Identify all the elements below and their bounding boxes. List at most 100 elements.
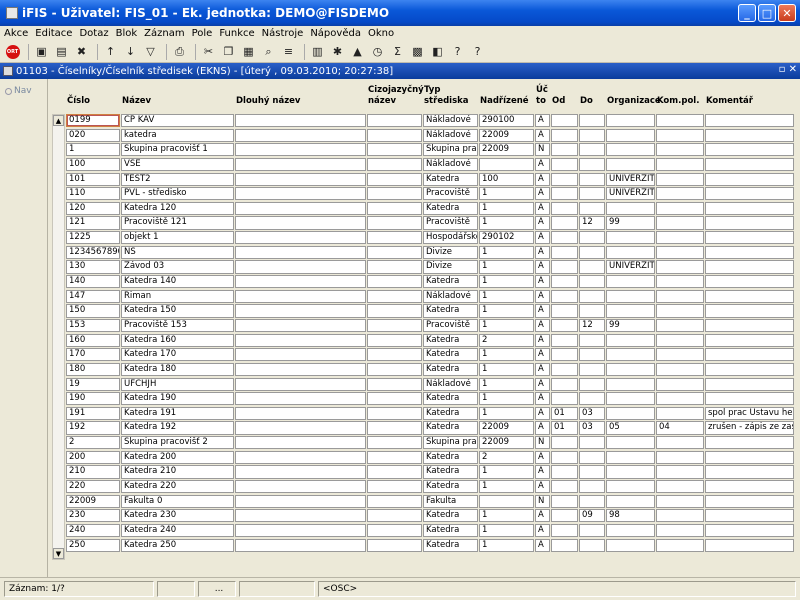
cell-cizo[interactable] [367,275,422,289]
cell-uc[interactable]: A [535,260,550,274]
cell-koment[interactable] [705,231,794,245]
cell-cizo[interactable] [367,362,422,377]
cell-od[interactable] [551,172,578,186]
cell-cizo[interactable] [367,231,422,245]
cell-typ[interactable]: Pracoviště [423,187,478,201]
cell-uc[interactable]: A [535,231,550,245]
cell-do[interactable] [579,157,605,172]
cell-nadr[interactable]: 1 [479,318,534,333]
cell-cizo[interactable] [367,304,422,318]
cell-org[interactable] [606,114,655,128]
cell-koment[interactable] [705,523,794,538]
cell-kom[interactable] [656,187,704,201]
cell-uc[interactable]: A [535,128,550,142]
cell-typ[interactable]: Katedra [423,172,478,186]
cell-od[interactable]: 01 [551,406,578,420]
cell-cislo[interactable]: 1 [66,143,120,157]
cell-koment[interactable] [705,157,794,172]
cell-koment[interactable]: spol prac Ústavu hem [705,406,794,420]
cell-nazev[interactable]: Katedra 160 [121,333,234,347]
cell-nadr[interactable]: 1 [479,406,534,420]
cell-kom[interactable] [656,538,704,552]
cell-do[interactable] [579,523,605,538]
cell-cislo[interactable]: 153 [66,318,120,333]
cell-uc[interactable]: A [535,523,550,538]
cell-kom[interactable] [656,114,704,128]
cell-cislo[interactable]: 200 [66,450,120,464]
cell-uc[interactable]: A [535,216,550,230]
cell-uc[interactable]: A [535,318,550,333]
cell-nadr[interactable]: 1 [479,392,534,406]
cell-nazev[interactable]: Katedra 220 [121,480,234,494]
cell-uc[interactable]: A [535,333,550,347]
cell-nazev[interactable]: Řiman [121,289,234,303]
column-header-do[interactable]: Do [580,96,606,107]
cell-dlouhy[interactable] [235,362,366,377]
cell-org[interactable]: UNIVERZITA [606,187,655,201]
menu-item-1[interactable]: Editace [35,28,72,39]
cell-org[interactable] [606,304,655,318]
cell-uc[interactable]: A [535,157,550,172]
cell-dlouhy[interactable] [235,114,366,128]
cell-od[interactable] [551,143,578,157]
cell-typ[interactable]: Nákladové [423,289,478,303]
cell-nazev[interactable]: Katedra 192 [121,421,234,435]
cell-koment[interactable] [705,172,794,186]
cell-do[interactable] [579,304,605,318]
cell-dlouhy[interactable] [235,143,366,157]
save-icon[interactable]: ▤ [53,43,70,60]
cell-dlouhy[interactable] [235,260,366,274]
cell-typ[interactable]: Divize [423,260,478,274]
cell-do[interactable]: 12 [579,216,605,230]
cell-nazev[interactable]: NS [121,245,234,259]
cell-uc[interactable]: A [535,362,550,377]
cell-cizo[interactable] [367,318,422,333]
cell-od[interactable] [551,114,578,128]
cell-org[interactable] [606,348,655,362]
cell-cislo[interactable]: 1234567890 [66,245,120,259]
cell-nazev[interactable]: Katedra 240 [121,523,234,538]
list-icon[interactable]: ≡ [280,43,297,60]
cell-nazev[interactable]: VSE [121,157,234,172]
cell-org[interactable]: 98 [606,509,655,523]
subwindow-controls[interactable]: ▫ ✕ [779,64,797,75]
cell-koment[interactable]: zrušen - zápis ze zas [705,421,794,435]
cell-org[interactable] [606,406,655,420]
cell-nadr[interactable]: 1 [479,289,534,303]
cell-nazev[interactable]: Katedra 170 [121,348,234,362]
cell-kom[interactable] [656,289,704,303]
cell-do[interactable] [579,333,605,347]
cell-dlouhy[interactable] [235,450,366,464]
cell-typ[interactable]: Nákladové [423,128,478,142]
cell-nadr[interactable]: 1 [479,245,534,259]
cell-dlouhy[interactable] [235,304,366,318]
cell-cislo[interactable]: 2 [66,436,120,450]
cell-od[interactable] [551,289,578,303]
cell-od[interactable] [551,348,578,362]
column-header-nazev[interactable]: Název [122,96,235,107]
cell-do[interactable] [579,114,605,128]
cell-dlouhy[interactable] [235,494,366,508]
cell-dlouhy[interactable] [235,318,366,333]
cell-nadr[interactable]: 22009 [479,421,534,435]
cell-kom[interactable] [656,304,704,318]
cell-kom[interactable] [656,128,704,142]
cell-kom[interactable] [656,523,704,538]
menu-item-5[interactable]: Pole [192,28,213,39]
cell-od[interactable] [551,157,578,172]
cell-dlouhy[interactable] [235,480,366,494]
cell-od[interactable] [551,392,578,406]
cell-typ[interactable]: Katedra [423,465,478,479]
cell-nazev[interactable]: TEST2 [121,172,234,186]
menu-item-8[interactable]: Nápověda [310,28,361,39]
cell-cislo[interactable]: 210 [66,465,120,479]
cell-koment[interactable] [705,450,794,464]
cell-nadr[interactable]: 1 [479,187,534,201]
cell-kom[interactable]: 04 [656,421,704,435]
cell-nadr[interactable]: 1 [479,377,534,391]
menu-item-6[interactable]: Funkce [219,28,254,39]
cell-koment[interactable] [705,538,794,552]
cell-koment[interactable] [705,362,794,377]
cell-uc[interactable]: N [535,143,550,157]
menu-item-2[interactable]: Dotaz [79,28,108,39]
